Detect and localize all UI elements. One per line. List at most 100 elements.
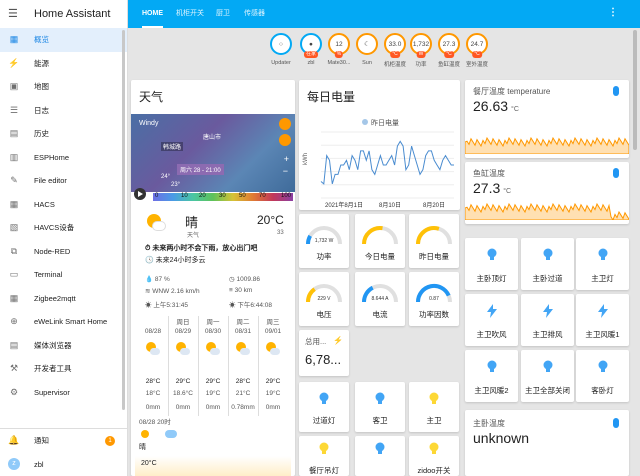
gauge-label: 电流 bbox=[372, 310, 388, 319]
sidebar-item-havcs-[interactable]: ▧ HAVCS设备 bbox=[0, 216, 127, 240]
master-bedroom-temp-card[interactable]: 主卧温度 unknown bbox=[465, 410, 629, 476]
sidebar-item--[interactable]: ▣ 地图 bbox=[0, 75, 127, 99]
sidebar-item-terminal[interactable]: ▭ Terminal bbox=[0, 263, 127, 287]
bell-icon: 🔔 bbox=[8, 435, 20, 446]
gauge-card[interactable]: 0.87 功率因数 bbox=[409, 272, 459, 326]
cloud-alert: 🕓 未来24小时多云 bbox=[145, 255, 205, 265]
entity-badge[interactable]: ○ Updater bbox=[268, 33, 294, 66]
forecast-day: 周三 bbox=[266, 319, 280, 326]
badge-circle: ○ bbox=[270, 33, 292, 55]
light-toggle-tile[interactable]: 主卫风暖2 bbox=[465, 350, 518, 402]
light-toggle-tile[interactable]: 主卫 bbox=[409, 382, 459, 432]
tab-kitchen-bath[interactable]: 厨卫 bbox=[216, 0, 230, 28]
light-toggle-tile[interactable]: 主卧顶灯 bbox=[465, 238, 518, 290]
light-toggle-tile[interactable]: 主卫排风 bbox=[521, 294, 574, 346]
sensor-name: 餐厅温度 temperature bbox=[473, 87, 551, 96]
tile-label: 主卫吹风 bbox=[476, 330, 507, 339]
sidebar-item-zigbee2mqtt[interactable]: ▦ Zigbee2mqtt bbox=[0, 287, 127, 311]
sidebar-item-hacs[interactable]: ▦ HACS bbox=[0, 193, 127, 217]
sidebar-item-label: eWeLink Smart Home bbox=[34, 317, 108, 327]
x-tick-label: 2021年8月1日 bbox=[325, 201, 363, 209]
sidebar-item-esphome[interactable]: ▥ ESPHome bbox=[0, 146, 127, 170]
forecast-hi: 29°C bbox=[205, 378, 221, 385]
main-scrollbar[interactable] bbox=[633, 30, 637, 150]
lightbulb-icon bbox=[542, 248, 554, 262]
sidebar-item--[interactable]: ▦ 概览 bbox=[0, 28, 127, 52]
light-toggle-tile[interactable]: 主卫吹风 bbox=[465, 294, 518, 346]
hourly-condition: 晴 bbox=[139, 444, 146, 451]
entity-badge[interactable]: 1,732 W 功率 bbox=[408, 33, 434, 68]
forecast-date: 09/01 bbox=[264, 328, 282, 335]
entity-badge[interactable]: ☾ Sun bbox=[354, 33, 380, 66]
media-icon: ▤ bbox=[9, 339, 19, 350]
hamburger-icon[interactable]: ☰ bbox=[8, 0, 24, 28]
sunrise-icon: ☀ bbox=[145, 302, 152, 309]
sidebar-item-supervisor[interactable]: ⚙ Supervisor bbox=[0, 381, 127, 405]
light-toggle-tile[interactable]: 主卫全部关闭 bbox=[521, 350, 574, 402]
hourly-title: 08/28 20时 bbox=[139, 419, 171, 426]
sidebar-item--[interactable]: ▤ 媒体浏览器 bbox=[0, 334, 127, 358]
entity-badge[interactable]: 24.7 °C 室外温度 bbox=[464, 33, 490, 68]
light-toggle-tile[interactable]: 餐厅吊灯 bbox=[299, 436, 349, 476]
entity-badge[interactable]: ● 在家 zbl bbox=[298, 33, 324, 66]
sidebar-item--[interactable]: ⚡ 能源 bbox=[0, 52, 127, 76]
map-settings-icon[interactable] bbox=[279, 134, 291, 146]
light-toggle-tile[interactable]: 过道灯 bbox=[299, 382, 349, 432]
windy-map[interactable]: Windy + − 韩城路 唐山市 周六 28 - 21:00 24° 23° bbox=[131, 114, 295, 192]
sidebar-item--[interactable]: ⚒ 开发者工具 bbox=[0, 357, 127, 381]
sunset-icon: ☀ bbox=[229, 302, 236, 309]
energy-card: 每日电量 昨日电量 kWh 2021年8月1日 8月10日 8月20日 bbox=[299, 80, 460, 210]
temperature-sensor-card[interactable]: 鱼缸温度 27.3 °C bbox=[465, 162, 629, 224]
entity-badge[interactable]: 33.0 °C 机柜温度 bbox=[382, 33, 408, 68]
light-toggle-tile[interactable]: 主卧过道 bbox=[521, 238, 574, 290]
sidebar-item-label: File editor bbox=[34, 176, 67, 186]
light-toggle-tile[interactable] bbox=[355, 436, 405, 476]
sidebar-item-file-editor[interactable]: ✎ File editor bbox=[0, 169, 127, 193]
light-toggle-tile[interactable]: zidoo开关 bbox=[409, 436, 459, 476]
gauge-card[interactable]: 229 V 电压 bbox=[299, 272, 349, 326]
sidebar-item-label: 开发者工具 bbox=[34, 364, 72, 374]
more-options-icon[interactable]: ⋮ bbox=[608, 7, 618, 18]
badge-value: 12 bbox=[335, 40, 343, 48]
light-toggle-tile[interactable]: 客卧灯 bbox=[576, 350, 629, 402]
total-energy-card[interactable]: 总用... ⚡ 6,78... bbox=[299, 330, 349, 376]
user-name: zbl bbox=[34, 459, 44, 469]
forecast-date: 08/28 bbox=[144, 328, 162, 335]
temperature-sensor-card[interactable]: 餐厅温度 temperature 26.63 °C bbox=[465, 80, 629, 158]
forecast-divider bbox=[168, 316, 169, 416]
forecast-day: 周一 bbox=[206, 319, 220, 326]
gauge-card[interactable]: 昨日电量 bbox=[409, 214, 459, 268]
forecast-lo: 18°C bbox=[145, 390, 161, 397]
entity-badge[interactable]: 27.3 °C 鱼缸温度 bbox=[436, 33, 462, 68]
sidebar-scrollbar[interactable] bbox=[122, 30, 125, 410]
light-toggle-tile[interactable]: 客卫 bbox=[355, 382, 405, 432]
light-toggle-tile[interactable]: 主卫灯 bbox=[576, 238, 629, 290]
sunrise-value: 上午5:31:45 bbox=[153, 302, 188, 309]
gauge-label: 昨日电量 bbox=[419, 252, 449, 261]
sidebar-item-node-red[interactable]: ⧉ Node-RED bbox=[0, 240, 127, 264]
gauge-card[interactable]: 1,732 W 功率 bbox=[299, 214, 349, 268]
badge-value: 33.0 bbox=[388, 40, 402, 48]
tab-cabinet-switch[interactable]: 机柜开关 bbox=[176, 0, 204, 28]
zoom-out-icon[interactable]: − bbox=[283, 166, 288, 176]
weather-condition: 晴 bbox=[185, 215, 199, 230]
sidebar-item--[interactable]: ☰ 日志 bbox=[0, 99, 127, 123]
energy-chart[interactable]: 昨日电量 kWh 2021年8月1日 8月10日 8月20日 bbox=[299, 110, 460, 210]
sidebar-item-notifications[interactable]: 🔔 通知 1 bbox=[0, 429, 127, 453]
sidebar-item-ewelink-smart-home[interactable]: ⊕ eWeLink Smart Home bbox=[0, 310, 127, 334]
map-city-label: 唐山市 bbox=[203, 135, 222, 141]
sidebar-item-label: 媒体浏览器 bbox=[34, 340, 72, 350]
tab-home[interactable]: HOME bbox=[142, 0, 163, 28]
light-toggle-tile[interactable]: 主卫风暖1 bbox=[576, 294, 629, 346]
gauge-card[interactable]: 8.644 A 电流 bbox=[355, 272, 405, 326]
map-layer-icon[interactable] bbox=[279, 118, 291, 130]
gauge-card[interactable]: 今日电量 bbox=[355, 214, 405, 268]
hammer-icon: ⚒ bbox=[9, 363, 19, 374]
zoom-in-icon[interactable]: + bbox=[284, 154, 289, 164]
entity-badge[interactable]: 12% Mate30... bbox=[326, 33, 352, 66]
forecast-date: 08/29 bbox=[174, 328, 192, 335]
tab-sensors[interactable]: 传感器 bbox=[244, 0, 265, 28]
sidebar-item-user[interactable]: z zbl bbox=[0, 453, 127, 476]
sidebar-item--[interactable]: ▤ 历史 bbox=[0, 122, 127, 146]
badge-name: Updater bbox=[271, 60, 291, 66]
